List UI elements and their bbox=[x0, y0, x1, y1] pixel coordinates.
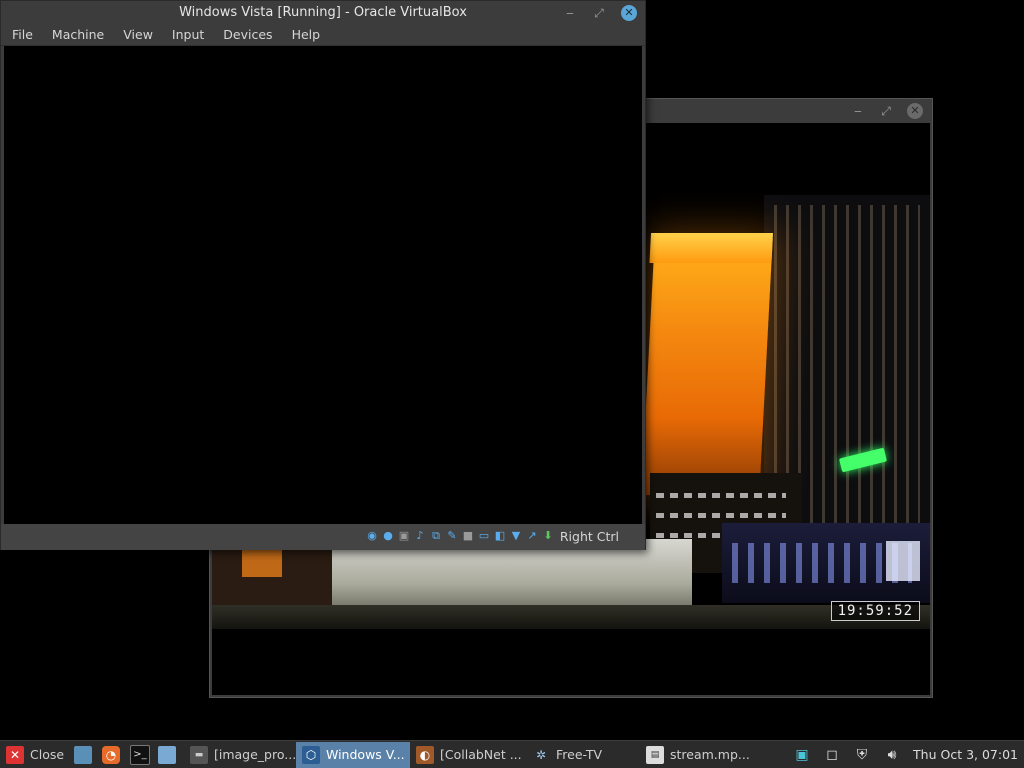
menu-help[interactable]: Help bbox=[281, 25, 329, 45]
taskbar-window-image-pro[interactable]: ▬ [image_pro... bbox=[184, 742, 296, 768]
launcher-terminal-button[interactable]: >_ bbox=[126, 742, 154, 768]
vm-display[interactable] bbox=[4, 46, 642, 524]
terminal-icon: ▬ bbox=[190, 745, 208, 764]
display-icon[interactable]: ▭ bbox=[477, 528, 491, 543]
video-maximize-button[interactable]: ⤢ bbox=[877, 102, 895, 120]
hard-disk-icon[interactable]: ◉ bbox=[365, 528, 379, 543]
shield-icon[interactable]: ⛨ bbox=[851, 744, 873, 766]
keyboard-icon[interactable]: ⬇ bbox=[541, 528, 555, 543]
vbox-maximize-button[interactable]: ⤢ bbox=[590, 4, 608, 22]
menu-input[interactable]: Input bbox=[161, 25, 212, 45]
menu-devices[interactable]: Devices bbox=[212, 25, 280, 45]
window-list-icon[interactable]: ◻ bbox=[821, 744, 843, 766]
video-timestamp: 19:59:52 bbox=[830, 601, 920, 621]
close-label: Close bbox=[30, 747, 65, 762]
taskbar-window-virtualbox[interactable]: ⬡ Windows V... bbox=[296, 741, 410, 768]
virtualbox-icon: ⬡ bbox=[302, 745, 320, 764]
audio-icon[interactable]: ♪ bbox=[413, 528, 427, 543]
vbox-titlebar[interactable]: Windows Vista [Running] - Oracle Virtual… bbox=[1, 1, 645, 25]
video-capture-icon[interactable]: ◧ bbox=[493, 528, 507, 543]
ground bbox=[212, 605, 930, 629]
menu-bar: File Machine View Input Devices Help bbox=[1, 25, 645, 46]
app-launcher-icon: ◔ bbox=[102, 745, 120, 764]
menu-machine[interactable]: Machine bbox=[41, 25, 112, 45]
video-close-button[interactable]: ✕ bbox=[907, 103, 923, 119]
desktop-icon bbox=[74, 745, 92, 764]
show-desktop-button[interactable] bbox=[70, 742, 98, 768]
usb-icon[interactable]: ✎ bbox=[445, 528, 459, 543]
shared-folder-icon[interactable]: ■ bbox=[461, 528, 475, 543]
taskbar-window-collabnet[interactable]: ◐ [CollabNet ... bbox=[410, 742, 526, 768]
street-lights bbox=[722, 523, 930, 603]
optical-disk-icon[interactable]: ● bbox=[381, 528, 395, 543]
taskbar-close-button[interactable]: ✕ Close bbox=[0, 742, 70, 768]
menu-view[interactable]: View bbox=[112, 25, 161, 45]
taskbar-window-free-tv[interactable]: ✲ Free-TV bbox=[526, 742, 640, 768]
taskbar: ✕ Close ◔ >_ ▬ [image_pro... ⬡ Windows V… bbox=[0, 740, 1024, 768]
network-icon[interactable]: ⧉ bbox=[429, 528, 443, 543]
status-icons: ◉ ● ▣ ♪ ⧉ ✎ ■ ▭ ◧ ▼ ↗ ⬇ bbox=[365, 528, 555, 543]
window-title: Windows Vista [Running] - Oracle Virtual… bbox=[179, 5, 467, 20]
virtualization-icon[interactable]: ▼ bbox=[509, 528, 523, 543]
tv-icon: ✲ bbox=[535, 747, 547, 762]
taskbar-window-label: Windows V... bbox=[326, 747, 405, 762]
floppy-icon[interactable]: ▣ bbox=[397, 528, 411, 543]
volume-icon[interactable]: 🔊︎ bbox=[881, 744, 903, 766]
taskbar-window-stream[interactable]: ▤ stream.mp... bbox=[640, 742, 754, 768]
virtualbox-window[interactable]: Windows Vista [Running] - Oracle Virtual… bbox=[0, 0, 646, 550]
mouse-integration-icon[interactable]: ↗ bbox=[525, 528, 539, 543]
system-tray: ▣ ◻ ⛨ 🔊︎ Thu Oct 3, 07:01 bbox=[787, 744, 1024, 766]
vbox-close-button[interactable]: ✕ bbox=[621, 5, 637, 21]
taskbar-window-label: [CollabNet ... bbox=[440, 747, 522, 762]
launcher-app-button[interactable]: ◔ bbox=[98, 742, 126, 768]
vbox-minimize-button[interactable]: ‒ bbox=[561, 4, 579, 22]
clock[interactable]: Thu Oct 3, 07:01 bbox=[907, 747, 1024, 762]
launcher-files-button[interactable] bbox=[154, 742, 184, 768]
clipboard-icon[interactable]: ▣ bbox=[791, 744, 813, 766]
app-icon: ◐ bbox=[416, 745, 434, 764]
video-minimize-button[interactable]: ‒ bbox=[849, 102, 867, 120]
status-bar: ◉ ● ▣ ♪ ⧉ ✎ ■ ▭ ◧ ▼ ↗ ⬇ Right Ctrl bbox=[1, 524, 645, 550]
taskbar-window-label: Free-TV bbox=[556, 747, 603, 762]
folder-icon bbox=[158, 745, 176, 764]
host-key-label: Right Ctrl bbox=[559, 529, 619, 544]
close-icon: ✕ bbox=[6, 745, 24, 764]
video-file-icon: ▤ bbox=[646, 745, 664, 764]
taskbar-window-label: [image_pro... bbox=[214, 747, 296, 762]
taskbar-window-label: stream.mp... bbox=[670, 747, 750, 762]
lit-skyscraper bbox=[641, 233, 774, 495]
terminal-icon: >_ bbox=[130, 744, 150, 765]
menu-file[interactable]: File bbox=[1, 25, 41, 45]
